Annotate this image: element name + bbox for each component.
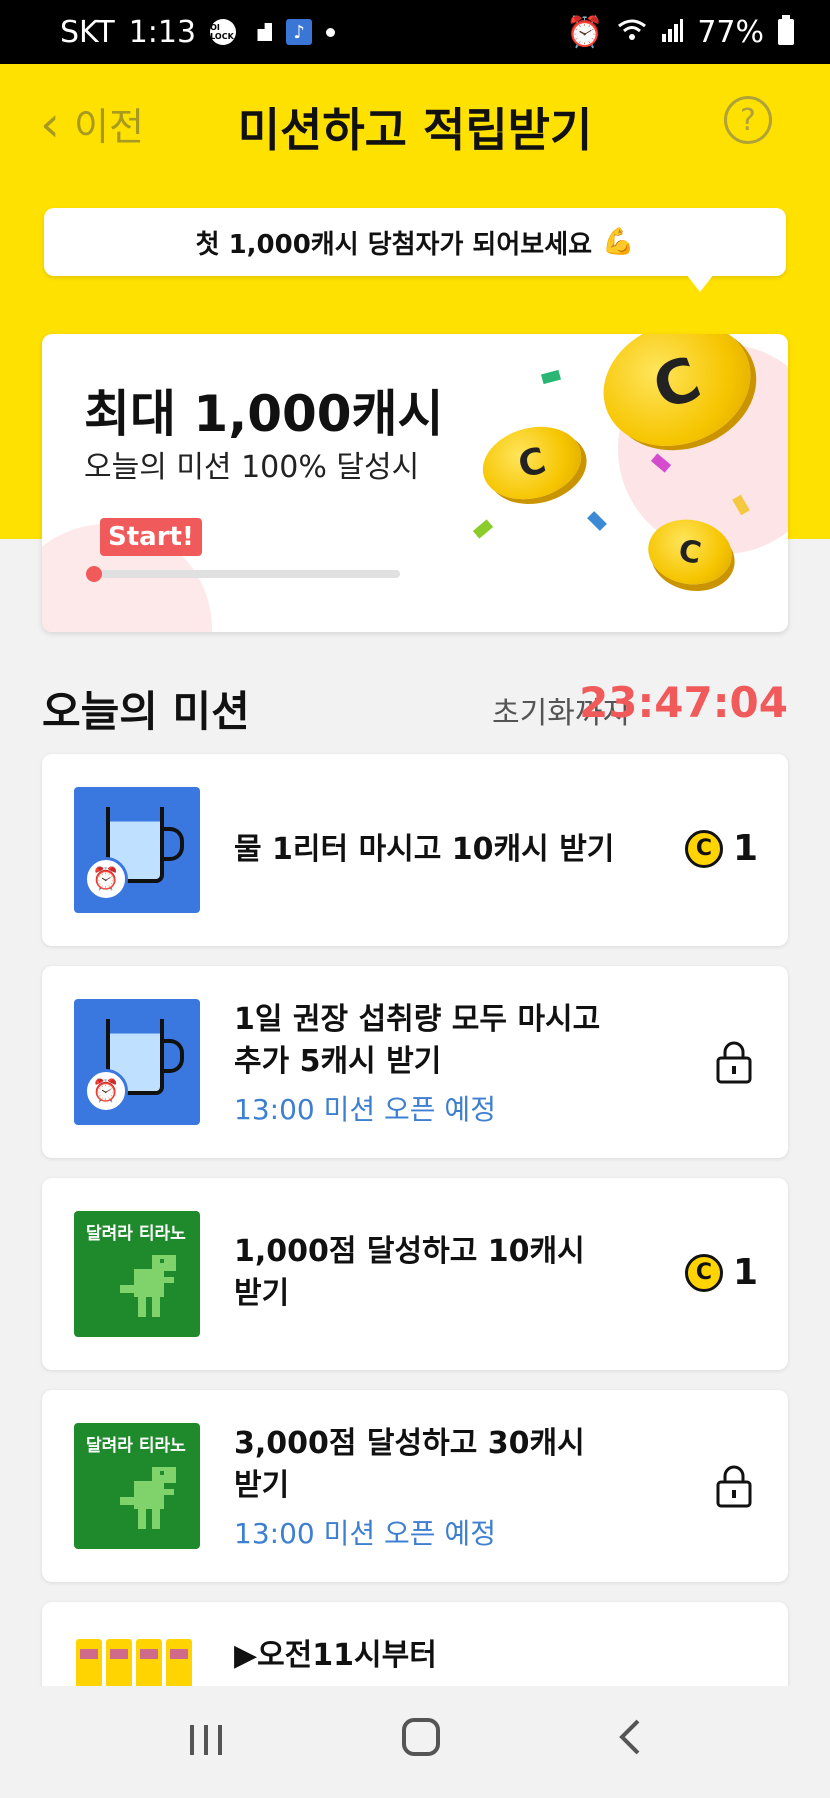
- dino-game-label: 달려라 티라노: [86, 1436, 186, 1456]
- alarm-clock-icon: ⏰: [84, 857, 128, 901]
- confetti: [587, 511, 607, 531]
- dino-game-label: 달려라 티라노: [86, 1224, 186, 1244]
- mission-card[interactable]: 달려라 티라노 3,000점 달성하고 30캐시 받기 13:00 미션 오픈 …: [42, 1390, 788, 1582]
- mission-subtitle: 13:00 미션 오픈 예정: [234, 1093, 496, 1126]
- bubble-text: 첫 1,000캐시 당첨자가 되어보세요: [195, 229, 593, 260]
- start-badge: Start!: [100, 518, 202, 556]
- alarm-icon: ⏰: [565, 14, 604, 50]
- progress-indicator: [86, 566, 102, 582]
- mission-title-line2: 추가 5캐시 받기: [234, 1044, 442, 1079]
- dinosaur-icon: [120, 1255, 176, 1317]
- status-left: SKT 1:13 OI LOCK ♪: [60, 14, 336, 50]
- reward-amount: 1: [732, 1252, 758, 1293]
- promo-bubble: 첫 1,000캐시 당첨자가 되어보세요 💪: [44, 208, 786, 276]
- signal-steps-icon: [250, 23, 273, 41]
- lock-icon: [716, 1465, 752, 1508]
- bubble-tail: [686, 274, 714, 292]
- dino-game-thumbnail: 달려라 티라노: [74, 1423, 200, 1549]
- reset-timer: 23:47:04: [579, 678, 788, 727]
- flexed-biceps-icon: 💪: [602, 227, 635, 257]
- notification-dot-icon: [326, 27, 336, 37]
- cell-signal-icon: [661, 15, 684, 50]
- cup-handle: [162, 827, 184, 861]
- clock: 1:13: [128, 14, 197, 50]
- mission-title: 3,000점 달성하고 30캐시: [234, 1426, 585, 1461]
- alarm-clock-icon: ⏰: [84, 1069, 128, 1113]
- promo-card[interactable]: 최대 1,000캐시 오늘의 미션 100% 달성시 Start!: [42, 334, 788, 632]
- reward-amount: 1: [732, 828, 758, 869]
- mission-title: 물 1리터 마시고 10캐시 받기: [234, 832, 615, 867]
- music-app-icon: ♪: [286, 19, 313, 45]
- help-button[interactable]: ?: [724, 96, 772, 144]
- water-cup-thumbnail: ⏰: [74, 999, 200, 1125]
- mission-reward[interactable]: C 1: [684, 828, 758, 869]
- promo-subtitle: 오늘의 미션 100% 달성시: [84, 450, 420, 485]
- home-button[interactable]: [401, 1717, 441, 1768]
- mission-card[interactable]: 달려라 티라노 1,000점 달성하고 10캐시 받기 C 1: [42, 1178, 788, 1370]
- cup-handle: [162, 1039, 184, 1073]
- page-title: 미션하고 적립받기: [237, 103, 593, 157]
- coin-icon: [643, 513, 737, 591]
- status-bar: SKT 1:13 OI LOCK ♪ ⏰ 77%: [0, 0, 830, 64]
- mission-title: 1일 권장 섭취량 모두 마시고: [234, 1002, 601, 1037]
- mission-subtitle: 13:00 미션 오픈 예정: [234, 1517, 496, 1550]
- confetti: [472, 519, 494, 539]
- water-cup-thumbnail: ⏰: [74, 787, 200, 913]
- cash-coin-icon: C: [684, 1253, 723, 1292]
- mission-title: ▶오전11시부터: [234, 1638, 437, 1673]
- oi-lock-icon: OI LOCK: [210, 19, 237, 45]
- system-nav-bar: [0, 1686, 830, 1798]
- cash-coin-icon: C: [684, 829, 723, 868]
- mission-card[interactable]: ⏰ 1일 권장 섭취량 모두 마시고 추가 5캐시 받기 13:00 미션 오픈…: [42, 966, 788, 1158]
- recent-apps-button[interactable]: [188, 1717, 224, 1768]
- carrier-label: SKT: [60, 14, 115, 50]
- mission-title-line2: 받기: [234, 1276, 290, 1311]
- wifi-icon: [617, 15, 647, 50]
- section-title: 오늘의 미션: [42, 687, 250, 736]
- lock-icon: [716, 1041, 752, 1084]
- mission-card[interactable]: ⏰ 물 1리터 마시고 10캐시 받기 C 1: [42, 754, 788, 946]
- mission-title-line2: 받기: [234, 1468, 290, 1503]
- mission-reward[interactable]: C 1: [684, 1252, 758, 1293]
- battery-icon: [778, 15, 794, 45]
- dino-game-thumbnail: 달려라 티라노: [74, 1211, 200, 1337]
- coin-icon: [474, 416, 590, 510]
- confetti: [541, 369, 561, 385]
- progress-track: [90, 570, 400, 578]
- promo-title: 최대 1,000캐시: [84, 385, 444, 443]
- status-right: ⏰ 77%: [566, 15, 794, 50]
- dinosaur-icon: [120, 1467, 176, 1529]
- mission-title: 1,000점 달성하고 10캐시: [234, 1234, 585, 1269]
- back-nav-button[interactable]: [618, 1717, 642, 1768]
- battery-percent: 77%: [697, 14, 764, 50]
